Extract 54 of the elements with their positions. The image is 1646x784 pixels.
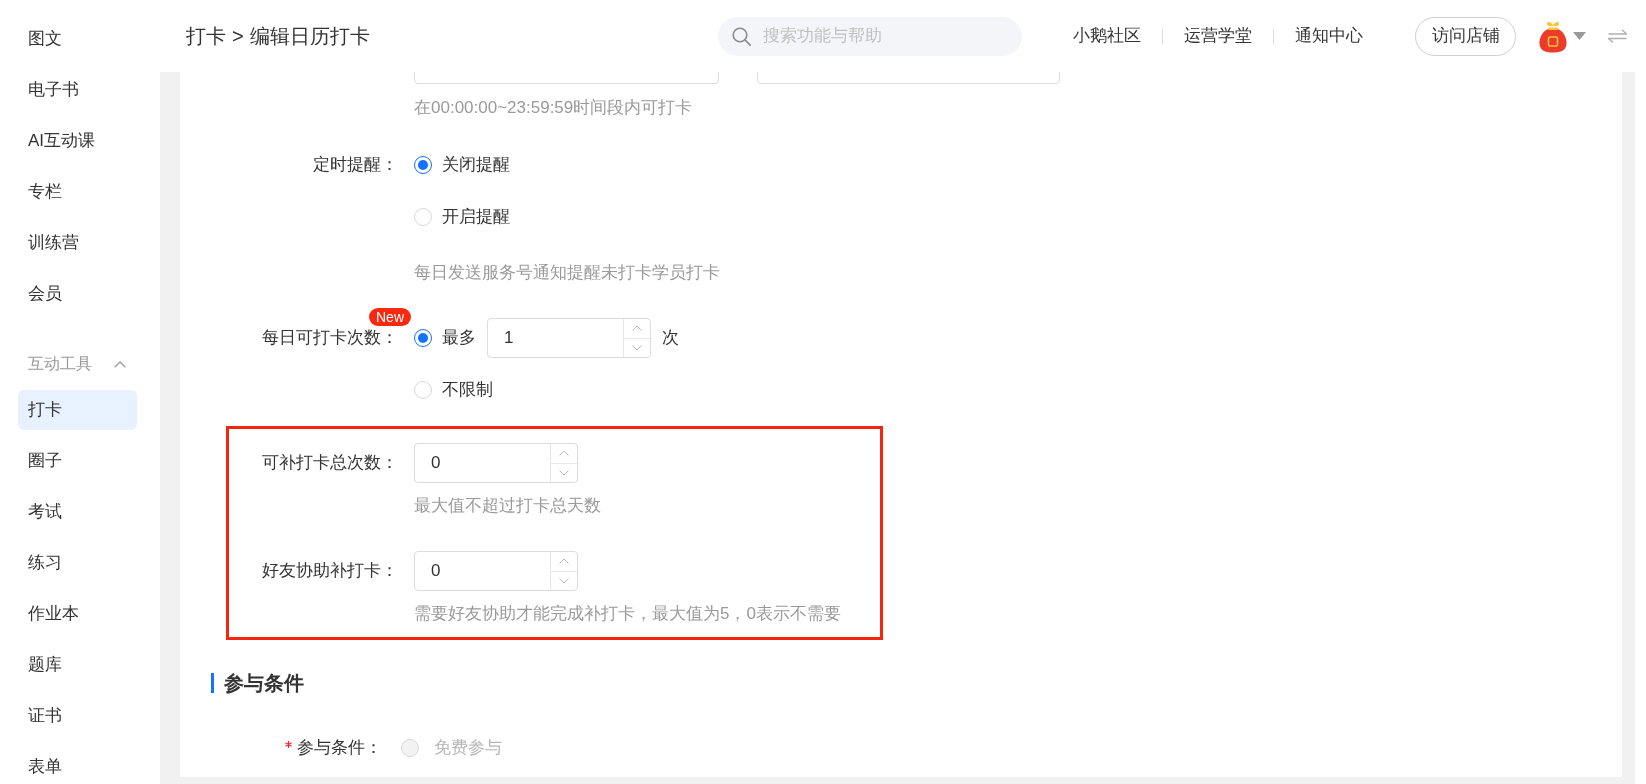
radio-button[interactable]: [414, 156, 432, 174]
field-label: 参与条件：: [297, 737, 382, 760]
nav-link[interactable]: 运营学堂: [1184, 23, 1252, 49]
field-hint: 每日发送服务号通知提醒未打卡学员打卡: [414, 262, 721, 284]
option-label[interactable]: 开启提醒: [442, 204, 510, 230]
section-title: 参与条件: [224, 671, 304, 696]
unit-label: 次: [662, 327, 679, 350]
sidebar-item[interactable]: 会员: [18, 274, 137, 314]
sidebar-item[interactable]: 练习: [18, 543, 137, 583]
sidebar-item[interactable]: 表单: [18, 747, 137, 784]
accent-bar: [211, 673, 214, 693]
option-label[interactable]: 最多: [442, 325, 476, 351]
number-input[interactable]: 0: [414, 443, 578, 483]
search-field[interactable]: 搜索功能与帮助: [718, 16, 1022, 56]
chevron-up-icon: [632, 325, 642, 332]
breadcrumb-link[interactable]: 打卡: [186, 21, 226, 51]
field-hint: 需要好友协助才能完成补打卡，最大值为5，0表示不需要: [414, 603, 842, 625]
nav-link[interactable]: 通知中心: [1295, 23, 1363, 49]
sidebar-item[interactable]: 圈子: [18, 441, 137, 481]
number-input[interactable]: 1: [487, 318, 651, 358]
sidebar-item[interactable]: 专栏: [18, 172, 137, 212]
option-label[interactable]: 关闭提醒: [442, 152, 510, 178]
breadcrumb-separator: >: [232, 24, 244, 49]
field-hint: 在00:00:00~23:59:59时间段内可打卡: [414, 97, 694, 119]
field-label: 可补打卡总次数：: [262, 452, 398, 475]
bag-icon[interactable]: [1538, 19, 1568, 53]
sidebar-item[interactable]: 打卡: [18, 390, 137, 430]
new-badge: New: [369, 308, 411, 326]
sidebar-item[interactable]: 作业本: [18, 594, 137, 634]
visit-store-button[interactable]: 访问店铺: [1415, 16, 1516, 56]
chevron-up-icon: [559, 450, 569, 457]
chevron-down-icon: [632, 344, 642, 351]
field-label: 定时提醒：: [313, 155, 398, 174]
sidebar-item[interactable]: 题库: [18, 645, 137, 685]
radio-button[interactable]: [414, 329, 432, 347]
chevron-up-icon: [559, 558, 569, 565]
chevron-down-icon: [559, 577, 569, 584]
sidebar-item[interactable]: 图文: [18, 19, 137, 59]
field-label: 好友协助补打卡：: [262, 560, 398, 583]
swap-icon[interactable]: [1608, 29, 1627, 43]
sidebar-item[interactable]: AI互动课: [18, 121, 137, 161]
caret-down-icon[interactable]: [1573, 32, 1586, 40]
chevron-down-icon: [559, 469, 569, 476]
number-input[interactable]: 0: [414, 551, 578, 591]
sidebar-item[interactable]: 训练营: [18, 223, 137, 263]
breadcrumb-current: 编辑日历打卡: [249, 24, 370, 49]
sidebar-item[interactable]: 证书: [18, 696, 137, 736]
field-hint: 最大值不超过打卡总天数: [414, 495, 602, 517]
field-label: 每日可打卡次数：: [262, 328, 398, 347]
option-label[interactable]: 不限制: [442, 377, 493, 403]
sidebar-item[interactable]: 电子书: [18, 70, 137, 110]
sidebar-item[interactable]: 考试: [18, 492, 137, 532]
search-icon: [732, 26, 751, 46]
nav-link[interactable]: 小鹅社区: [1073, 23, 1141, 49]
